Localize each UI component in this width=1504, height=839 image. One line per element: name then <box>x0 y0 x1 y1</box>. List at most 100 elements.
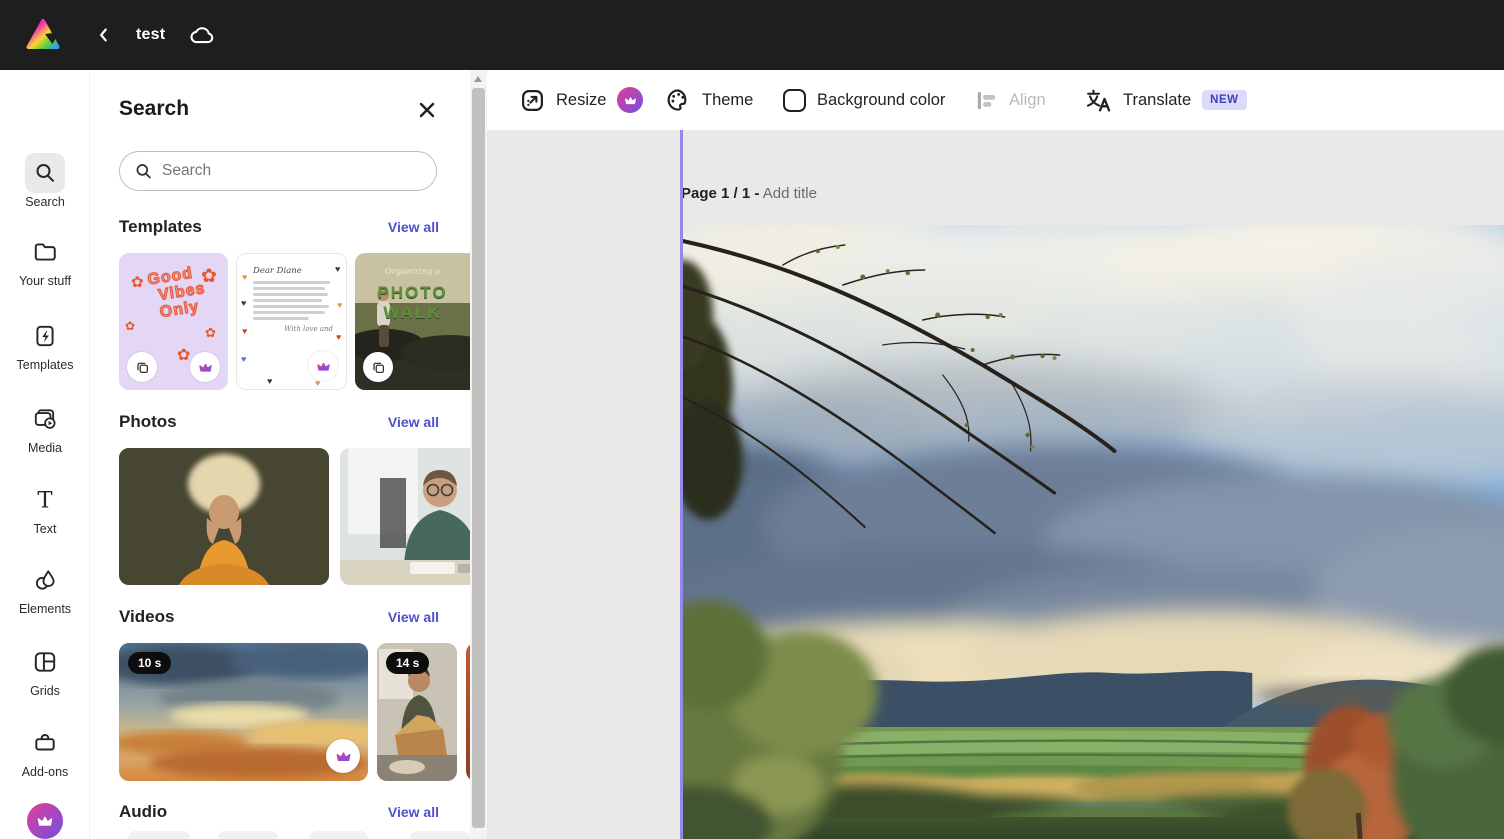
document-title[interactable]: test <box>136 26 165 44</box>
folder-icon <box>25 232 65 272</box>
scrollbar-thumb[interactable] <box>472 88 485 828</box>
align-icon <box>975 89 998 112</box>
flower-icon: ✿ <box>177 345 190 365</box>
sidebar-item-label: Your stuff <box>6 274 84 290</box>
photos-section-header: Photos View all <box>119 412 439 432</box>
canvas-area[interactable]: Page 1 / 1 - Add title <box>487 130 1504 839</box>
section-title: Videos <box>119 607 174 627</box>
sidebar-item-elements[interactable]: Elements <box>0 560 90 618</box>
addons-icon <box>25 723 65 763</box>
translate-icon <box>1085 87 1112 114</box>
videos-section-header: Videos View all <box>119 607 439 627</box>
search-icon <box>134 162 153 181</box>
button-label: Theme <box>702 91 753 110</box>
flower-icon: ✿ <box>205 325 216 341</box>
letter-heading: Dear Diane <box>253 266 333 276</box>
theme-button[interactable]: Theme <box>665 70 753 130</box>
audio-item[interactable] <box>218 831 278 839</box>
section-title: Audio <box>119 802 167 822</box>
adobe-express-logo-icon[interactable] <box>26 19 60 51</box>
sidebar-item-add-ons[interactable]: Add-ons <box>0 723 90 781</box>
canvas-image[interactable] <box>683 225 1504 839</box>
sidebar-item-label: Media <box>6 441 84 457</box>
button-label: Align <box>1009 91 1046 110</box>
page-title-placeholder[interactable]: Add title <box>763 185 817 202</box>
sidebar-item-templates[interactable]: Templates <box>0 316 90 374</box>
letter-signature: With love and <box>253 325 333 333</box>
template-thumbnail-text: Good Vibes Only <box>124 262 223 326</box>
copy-icon[interactable] <box>127 352 157 382</box>
sidebar-item-your-stuff[interactable]: Your stuff <box>0 232 90 290</box>
topbar: test <box>0 0 1504 70</box>
search-icon <box>25 153 65 193</box>
video-card-unboxing[interactable]: 14 s <box>377 643 457 781</box>
template-card-good-vibes[interactable]: ✿ ✿ ✿ ✿ ✿ Good Vibes Only <box>119 253 228 390</box>
section-title: Photos <box>119 412 177 432</box>
videos-row: 10 s 14 s <box>119 643 470 781</box>
premium-crown-icon <box>617 87 643 113</box>
templates-section-header: Templates View all <box>119 217 439 237</box>
sidebar-item-label: Search <box>6 195 84 211</box>
templates-icon <box>25 316 65 356</box>
sidebar-item-label: Text <box>6 522 84 538</box>
letter-content: Dear Diane With love and <box>253 266 333 333</box>
cloud-sync-icon[interactable] <box>187 23 217 47</box>
palette-icon <box>665 87 691 113</box>
grids-icon <box>25 642 65 682</box>
resize-button[interactable]: Resize <box>520 70 643 130</box>
video-duration-badge: 14 s <box>386 652 429 674</box>
templates-row: ✿ ✿ ✿ ✿ ✿ Good Vibes Only ♥ ♥ <box>119 253 470 390</box>
view-all-templates-link[interactable]: View all <box>388 219 439 235</box>
panel-title: Search <box>119 97 189 121</box>
back-button[interactable] <box>92 24 114 46</box>
sidebar-item-label: Elements <box>6 602 84 618</box>
sidebar-item-search[interactable]: Search <box>0 153 90 211</box>
sidebar-item-text[interactable]: T Text <box>0 480 90 538</box>
page-label: Page 1 / 1 - Add title <box>681 185 817 202</box>
search-input-wrap <box>119 151 437 191</box>
sidebar-item-label: Add-ons <box>6 765 84 781</box>
panel-scrollbar[interactable] <box>470 70 487 839</box>
media-icon <box>25 399 65 439</box>
button-label: Resize <box>556 91 606 110</box>
audio-section-header: Audio View all <box>119 802 439 822</box>
search-input[interactable] <box>162 162 402 180</box>
color-swatch <box>783 89 806 112</box>
view-all-audio-link[interactable]: View all <box>388 804 439 820</box>
elements-icon <box>25 560 65 600</box>
photos-row <box>119 448 470 585</box>
template-card-letter[interactable]: ♥ ♥ ♥ ♥ ♥ ♥ ♥ ♥ ♥ Dear Diane W <box>236 253 347 390</box>
button-label: Background color <box>817 91 945 110</box>
premium-crown-icon <box>308 351 338 381</box>
translate-button[interactable]: Translate NEW <box>1085 70 1247 130</box>
audio-item[interactable] <box>310 831 368 839</box>
premium-crown-icon <box>27 803 63 839</box>
sidebar-item-label: Templates <box>6 358 84 374</box>
sidebar-item-try-premium[interactable]: Try Premium <box>0 803 90 839</box>
audio-item[interactable] <box>128 831 190 839</box>
video-card-sunset[interactable]: 10 s <box>119 643 368 781</box>
sidebar-item-media[interactable]: Media <box>0 399 90 457</box>
sidebar-item-grids[interactable]: Grids <box>0 642 90 700</box>
background-color-button[interactable]: Background color <box>783 70 945 130</box>
audio-item[interactable] <box>410 831 470 839</box>
sidebar-item-label: Grids <box>6 684 84 700</box>
svg-text:T: T <box>37 488 52 513</box>
video-duration-badge: 10 s <box>128 652 171 674</box>
close-panel-button[interactable] <box>415 98 439 122</box>
align-button: Align <box>975 70 1046 130</box>
thumb-title-line: WALK <box>355 303 470 323</box>
section-title: Templates <box>119 217 202 237</box>
photo-card-portrait[interactable] <box>119 448 329 585</box>
page-number-label: Page 1 / 1 - <box>681 185 759 202</box>
view-all-photos-link[interactable]: View all <box>388 414 439 430</box>
editor-toolbar: Resize Theme Background color Align <box>487 70 1504 130</box>
photo-card-man-desk[interactable] <box>340 448 470 585</box>
template-card-photo-walk[interactable]: Organizing a PHOTO WALK <box>355 253 470 390</box>
view-all-videos-link[interactable]: View all <box>388 609 439 625</box>
search-panel: Search Templates View all ✿ ✿ ✿ ✿ ✿ Good… <box>90 70 470 839</box>
copy-icon[interactable] <box>363 352 393 382</box>
new-badge: NEW <box>1202 90 1246 110</box>
scroll-up-arrow[interactable] <box>474 76 482 82</box>
text-icon: T <box>25 480 65 520</box>
